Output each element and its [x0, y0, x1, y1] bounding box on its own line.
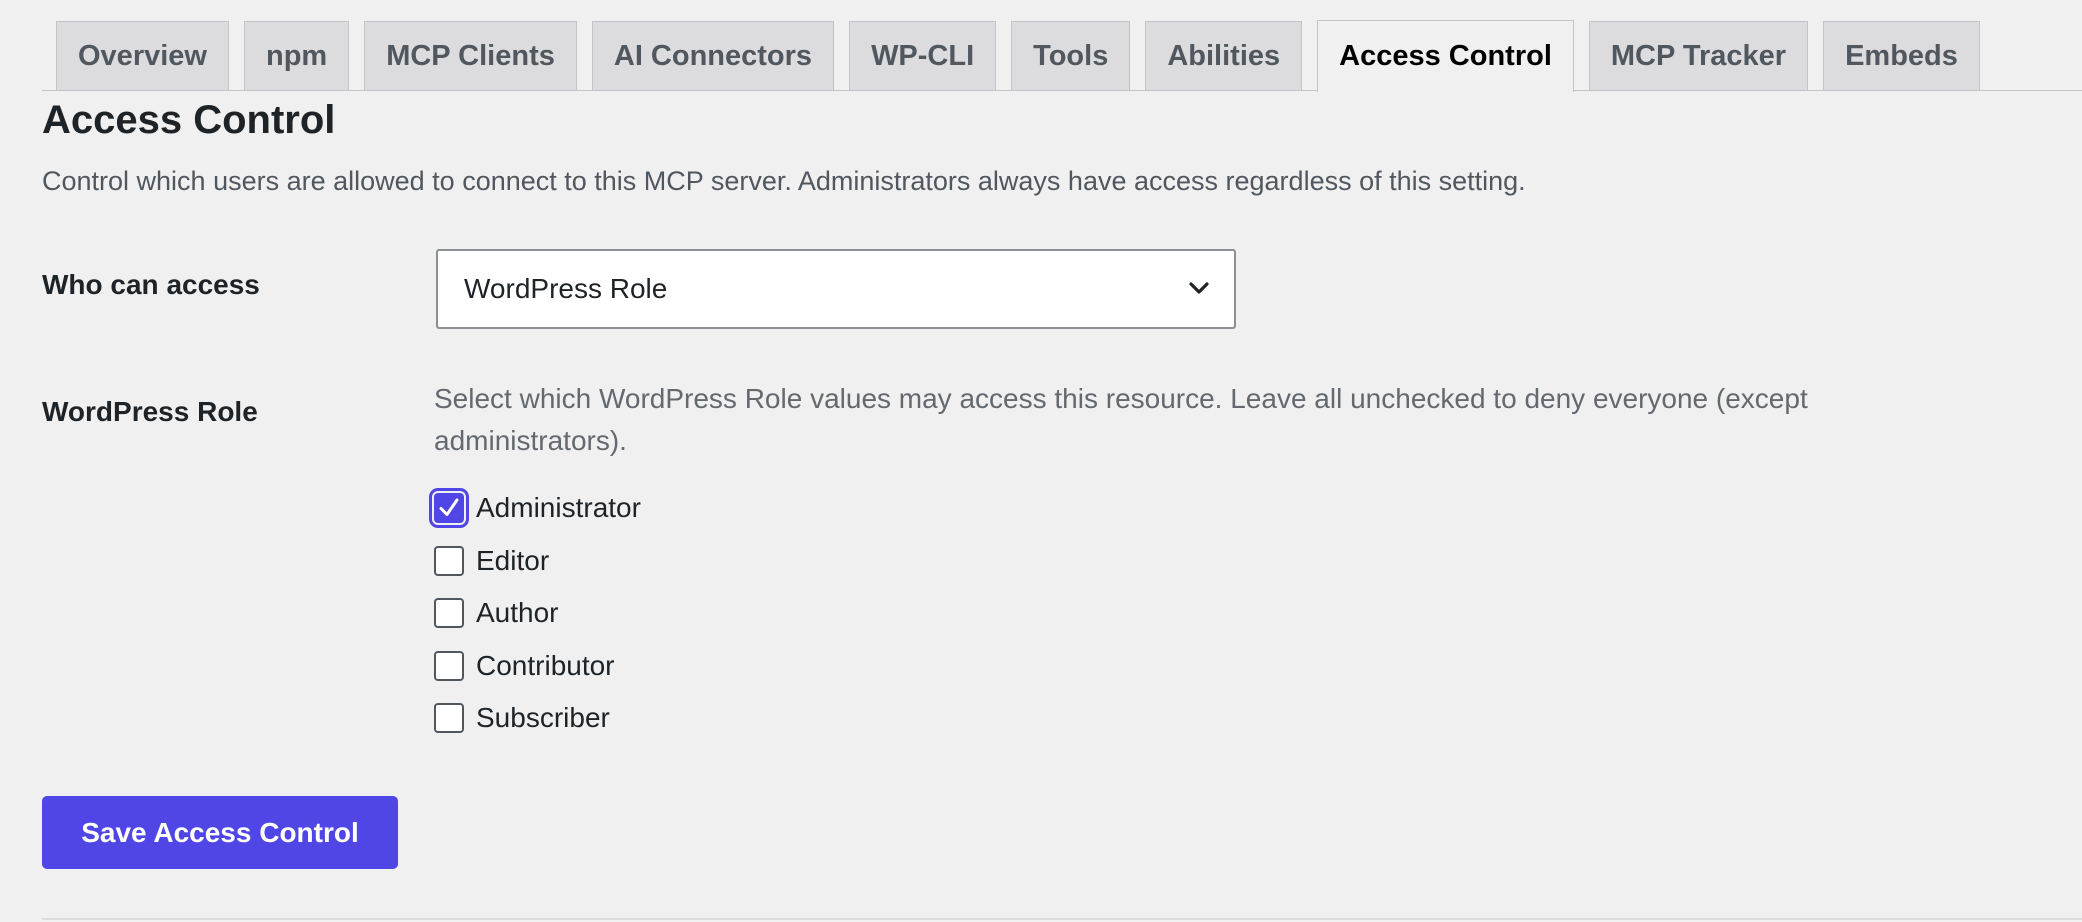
role-option-editor[interactable]: Editor — [434, 535, 641, 588]
tab-mcp-clients[interactable]: MCP Clients — [364, 21, 577, 91]
page-description: Control which users are allowed to conne… — [42, 166, 1526, 196]
contributor-checkbox[interactable] — [434, 650, 464, 681]
tab-npm[interactable]: npm — [243, 21, 350, 91]
administrator-label: Administrator — [476, 492, 641, 524]
checkmark-icon — [439, 498, 459, 517]
role-option-administrator[interactable]: Administrator — [434, 482, 641, 535]
who-can-access-label: Who can access — [42, 269, 260, 300]
tab-tools[interactable]: Tools — [1011, 21, 1131, 91]
role-option-contributor[interactable]: Contributor — [434, 640, 641, 693]
who-can-access-select[interactable]: WordPress Role — [436, 249, 1236, 329]
tab-wp-cli[interactable]: WP-CLI — [849, 21, 997, 91]
tab-mcp-tracker[interactable]: MCP Tracker — [1588, 21, 1809, 91]
chevron-down-icon — [1189, 282, 1209, 294]
subscriber-checkbox[interactable] — [434, 703, 464, 734]
tab-abilities[interactable]: Abilities — [1145, 21, 1303, 91]
role-checkbox-list: Administrator Editor Author Contributor … — [434, 482, 641, 745]
administrator-checkbox[interactable] — [434, 493, 464, 524]
wordpress-role-label: WordPress Role — [42, 396, 258, 427]
subscriber-label: Subscriber — [476, 702, 610, 734]
role-option-subscriber[interactable]: Subscriber — [434, 692, 641, 745]
editor-label: Editor — [476, 544, 550, 576]
tab-access-control[interactable]: Access Control — [1317, 20, 1574, 92]
page-title: Access Control — [42, 98, 336, 142]
wordpress-role-help: Select which WordPress Role values may a… — [434, 383, 1808, 456]
tab-bar: Overview npm MCP Clients AI Connectors W… — [56, 20, 2082, 92]
who-can-access-selected-value: WordPress Role — [464, 273, 668, 304]
tab-overview[interactable]: Overview — [56, 21, 229, 91]
tab-bar-divider — [42, 90, 2082, 91]
author-label: Author — [476, 597, 559, 629]
tab-ai-connectors[interactable]: AI Connectors — [591, 21, 835, 91]
editor-checkbox[interactable] — [434, 545, 464, 576]
section-divider — [42, 918, 2082, 920]
save-access-control-button[interactable]: Save Access Control — [42, 796, 398, 869]
tab-embeds[interactable]: Embeds — [1823, 21, 1980, 91]
contributor-label: Contributor — [476, 649, 615, 681]
role-option-author[interactable]: Author — [434, 587, 641, 640]
author-checkbox[interactable] — [434, 598, 464, 629]
